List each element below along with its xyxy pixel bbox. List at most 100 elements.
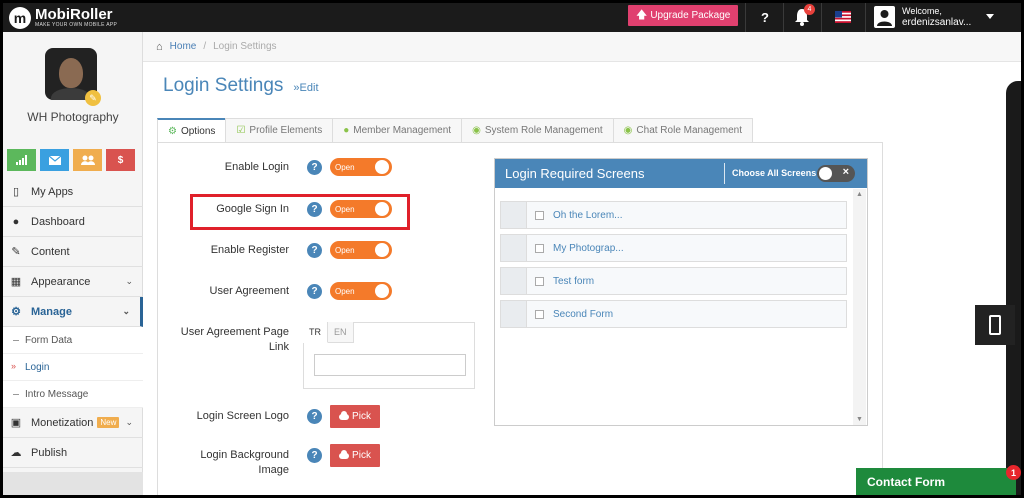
tab-options[interactable]: ⚙ Options [157, 118, 227, 143]
divider [783, 3, 784, 32]
screen-checkbox[interactable] [535, 276, 544, 286]
caret-down-icon[interactable] [986, 14, 994, 19]
screen-label: Second Form [553, 308, 614, 320]
pick-background-button[interactable]: Pick [330, 444, 380, 467]
choose-all-toggle[interactable]: × [817, 165, 855, 182]
toggle-state: Open [335, 162, 355, 172]
screen-checkbox[interactable] [535, 210, 544, 220]
user-avatar-icon[interactable] [874, 6, 895, 28]
sidebar-nav: ▯ My Apps ● Dashboard ✎ Content ▦ Appear… [3, 177, 143, 468]
app-name: WH Photography [27, 110, 119, 124]
screen-checkbox[interactable] [535, 243, 544, 253]
sidebar-item-content[interactable]: ✎ Content [3, 237, 143, 267]
sidebar-item-label: Dashboard [31, 215, 85, 228]
tab-chat-role-management[interactable]: ◉ Chat Role Management [612, 118, 754, 142]
screen-label: Test form [553, 275, 595, 287]
breadcrumb-current: Login Settings [213, 41, 277, 52]
help-icon[interactable]: ? [307, 202, 322, 217]
tab-profile-elements[interactable]: ☑ Profile Elements [225, 118, 334, 142]
language-tabs: TR EN [303, 322, 354, 343]
agreement-link-input[interactable] [314, 354, 466, 376]
help-icon[interactable]: ? [307, 284, 322, 299]
screen-label: Oh the Lorem... [553, 209, 623, 221]
sidebar-subitem-intro-message[interactable]: Intro Message [3, 381, 143, 408]
user-agreement-link-label: User Agreement Page Link [180, 326, 289, 353]
us-flag-icon[interactable] [835, 11, 851, 23]
tab-bar: ⚙ Options ☑ Profile Elements ● Member Ma… [157, 118, 754, 143]
screen-checkbox[interactable] [535, 309, 544, 319]
stats-icon[interactable] [7, 149, 36, 171]
users-icon[interactable] [73, 149, 102, 171]
breadcrumb-separator: / [203, 41, 207, 52]
edit-link[interactable]: »Edit [293, 82, 318, 94]
scroll-down-icon[interactable]: ▼ [856, 416, 863, 423]
drag-handle[interactable] [501, 235, 527, 261]
logo[interactable]: m MobiRoller MAKE YOUR OWN MOBILE APP [9, 6, 117, 29]
page-title-text: Login Settings [163, 75, 284, 96]
help-button[interactable]: ? [755, 3, 775, 32]
dollar-icon[interactable]: $ [106, 149, 135, 171]
pencil-icon[interactable]: ✎ [85, 90, 101, 106]
phone-preview-button[interactable] [975, 305, 1015, 345]
toggle-state: Open [335, 204, 355, 214]
grid-icon: ▦ [10, 276, 22, 288]
divider [745, 3, 746, 32]
enable-register-toggle[interactable]: Open [330, 241, 392, 259]
help-icon[interactable]: ? [307, 160, 322, 175]
login-background-image-label: Login Background Image [200, 449, 289, 476]
lang-tab-en[interactable]: EN [328, 322, 354, 343]
help-icon[interactable]: ? [307, 448, 322, 463]
google-sign-in-toggle[interactable]: Open [330, 200, 392, 218]
screen-row[interactable]: Oh the Lorem... [500, 201, 847, 229]
sidebar-item-manage[interactable]: ⚙ Manage ⌄ [3, 297, 143, 327]
breadcrumb-home[interactable]: Home [170, 41, 197, 52]
sidebar-subitem-label: Form Data [25, 334, 73, 346]
tab-label: Profile Elements [249, 125, 323, 136]
home-icon[interactable]: ⌂ [156, 41, 163, 53]
screen-row[interactable]: My Photograp... [500, 234, 847, 262]
cloud-icon: ☁ [10, 447, 22, 459]
upgrade-package-button[interactable]: 🡅 Upgrade Package [628, 5, 739, 26]
chevron-down-icon: ⌄ [125, 417, 133, 427]
drag-handle[interactable] [501, 301, 527, 327]
breadcrumb: ⌂ Home / Login Settings [143, 32, 1021, 62]
sidebar-item-label: Appearance [31, 275, 91, 288]
sidebar-item-my-apps[interactable]: ▯ My Apps [3, 177, 143, 207]
help-icon[interactable]: ? [307, 409, 322, 424]
panel-header: Login Required Screens Choose All Screen… [495, 159, 867, 188]
sidebar-subitem-label: Login [25, 361, 50, 373]
mobile-icon [989, 315, 1001, 335]
login-screen-logo-label: Login Screen Logo [196, 410, 289, 422]
drag-handle[interactable] [501, 202, 527, 228]
screen-row[interactable]: Second Form [500, 300, 847, 328]
panel-title: Login Required Screens [505, 166, 645, 181]
user-menu[interactable]: Welcome, erdenizsanlav... [902, 6, 971, 29]
sidebar-item-dashboard[interactable]: ● Dashboard [3, 207, 143, 237]
mobile-icon: ▯ [12, 186, 20, 198]
cloud-upload-icon [339, 410, 350, 420]
sidebar-subitem-login[interactable]: » Login [3, 354, 143, 381]
sidebar-item-appearance[interactable]: ▦ Appearance ⌄ [3, 267, 143, 297]
notification-badge: 4 [804, 4, 815, 15]
drag-handle[interactable] [501, 268, 527, 294]
enable-login-toggle[interactable]: Open [330, 158, 392, 176]
sidebar-item-monetization[interactable]: ▣ Monetization New ⌄ [3, 408, 143, 438]
tab-system-role-management[interactable]: ◉ System Role Management [461, 118, 614, 142]
sidebar-item-label: Manage [31, 305, 72, 318]
edit-icon: ✎ [11, 246, 21, 258]
chat-icon: ◉ [623, 125, 633, 136]
screen-row[interactable]: Test form [500, 267, 847, 295]
mail-icon[interactable] [40, 149, 69, 171]
sidebar-subitem-form-data[interactable]: Form Data [3, 327, 143, 354]
pick-logo-button[interactable]: Pick [330, 405, 380, 428]
toggle-state: Open [335, 245, 355, 255]
user-agreement-toggle[interactable]: Open [330, 282, 392, 300]
tab-member-management[interactable]: ● Member Management [332, 118, 463, 142]
lang-tab-tr[interactable]: TR [303, 322, 328, 343]
sidebar-item-publish[interactable]: ☁ Publish [3, 438, 143, 468]
login-required-screens-panel: Login Required Screens Choose All Screen… [494, 158, 868, 426]
help-icon[interactable]: ? [307, 243, 322, 258]
scroll-up-icon[interactable]: ▲ [856, 191, 863, 198]
contact-form-button[interactable]: Contact Form [856, 468, 1016, 495]
scrollbar[interactable]: ▲ ▼ [853, 189, 866, 425]
